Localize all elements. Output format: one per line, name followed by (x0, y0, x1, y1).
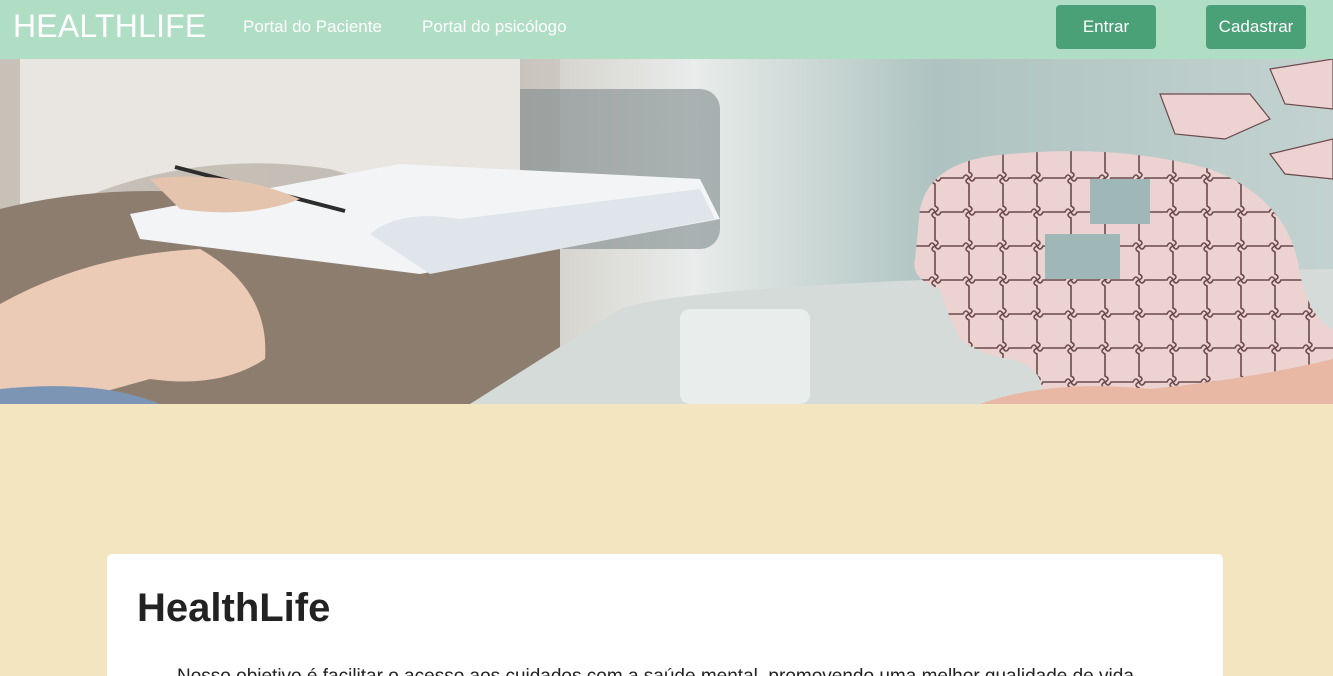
about-card: HealthLife Nosso objetivo é facilitar o … (107, 554, 1223, 676)
hero-illustration (0, 59, 1333, 404)
nav-link-portal-psicologo[interactable]: Portal do psicólogo (422, 17, 567, 37)
login-button[interactable]: Entrar (1056, 5, 1156, 49)
card-title: HealthLife (137, 586, 331, 630)
nav-link-portal-paciente[interactable]: Portal do Paciente (243, 17, 382, 37)
signup-button[interactable]: Cadastrar (1206, 5, 1306, 49)
card-description: Nosso objetivo é facilitar o acesso aos … (177, 666, 1134, 676)
brand-logo[interactable]: HEALTHLIFE (13, 8, 206, 45)
navbar: HEALTHLIFE Portal do Paciente Portal do … (0, 0, 1333, 59)
hero-banner-image (0, 59, 1333, 404)
